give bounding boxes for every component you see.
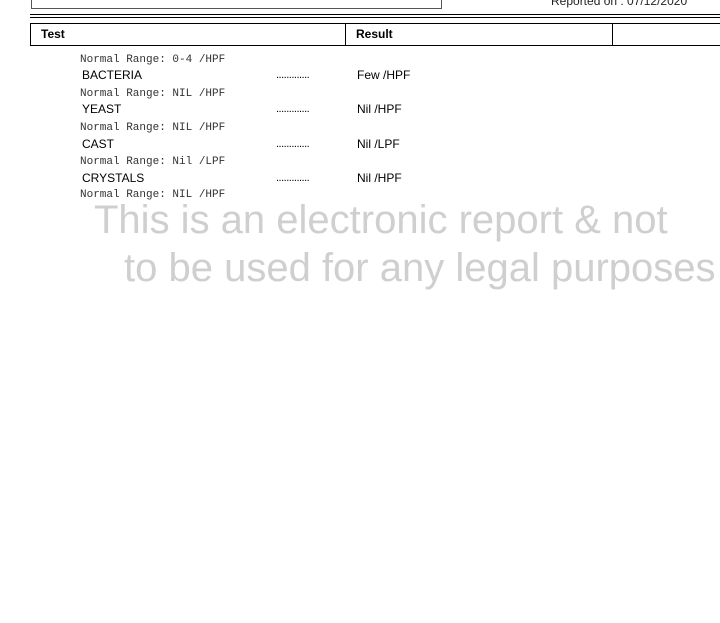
normal-range: Normal Range: 0-4 /HPF bbox=[80, 54, 226, 66]
patient-info-box bbox=[31, 0, 442, 9]
result-cast: Nil /LPF bbox=[357, 137, 400, 151]
column-header-test: Test bbox=[41, 27, 65, 41]
test-name-bacteria: BACTERIA bbox=[82, 68, 143, 82]
watermark-line-1: This is an electronic report & not bbox=[94, 198, 668, 242]
normal-range: Normal Range: Nil /LPF bbox=[80, 156, 226, 168]
watermark-line-2: to be used for any legal purposes bbox=[124, 246, 716, 290]
result-yeast: Nil /HPF bbox=[357, 102, 402, 116]
leader-dots: ............. bbox=[276, 103, 310, 115]
reported-on-label: Reported on bbox=[551, 0, 618, 8]
table-header: Test Result bbox=[30, 23, 720, 46]
normal-range: Normal Range: NIL /HPF bbox=[80, 88, 226, 100]
test-name-crystals: CRYSTALS bbox=[82, 171, 145, 185]
leader-dots: ............. bbox=[276, 172, 310, 184]
leader-dots: ............. bbox=[276, 138, 310, 150]
leader-dots: ............. bbox=[276, 69, 310, 81]
divider-rule bbox=[30, 17, 720, 18]
reported-on-value: : 07/12/2020 bbox=[620, 0, 688, 8]
column-divider bbox=[612, 24, 613, 45]
column-header-result: Result bbox=[356, 27, 393, 41]
divider-rule bbox=[30, 14, 720, 15]
test-name-cast: CAST bbox=[82, 137, 115, 151]
result-bacteria: Few /HPF bbox=[357, 68, 411, 82]
test-name-yeast: YEAST bbox=[82, 102, 122, 116]
column-divider bbox=[345, 24, 346, 45]
result-crystals: Nil /HPF bbox=[357, 171, 402, 185]
reported-on: Reported on : 07/12/2020 bbox=[551, 0, 687, 8]
normal-range: Normal Range: NIL /HPF bbox=[80, 122, 226, 134]
